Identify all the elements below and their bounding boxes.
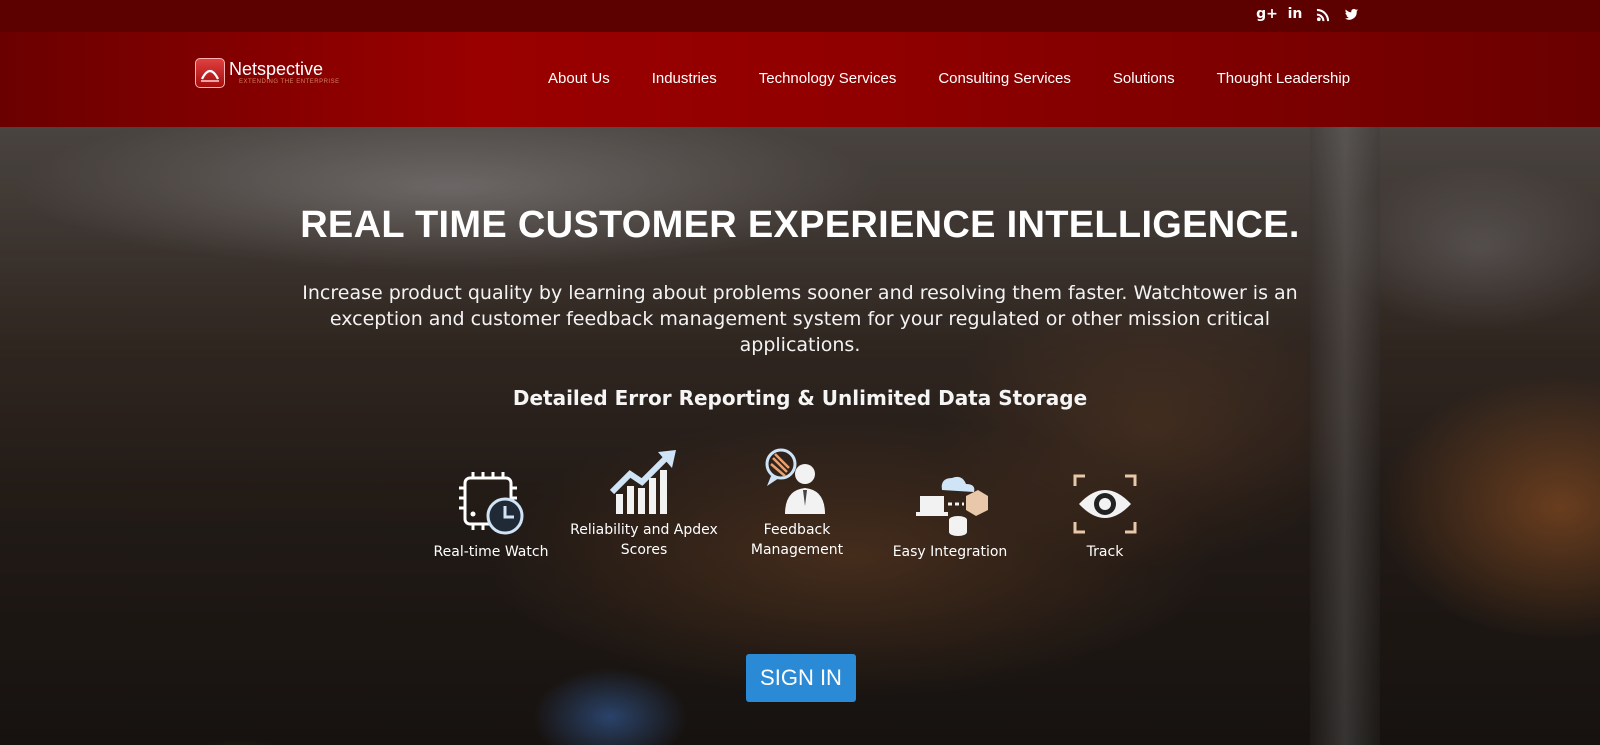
bar-chart-arrow-icon [609,450,676,514]
feedback-person-icon [765,448,825,514]
hero-title: REAL TIME CUSTOMER EXPERIENCE INTELLIGEN… [300,204,1300,246]
eye-track-icon [1073,474,1137,534]
logo-icon [195,58,225,88]
twitter-icon[interactable] [1342,4,1360,24]
nav-about-us[interactable]: About Us [548,70,610,87]
feature-label: Feedback Management [750,522,844,558]
hero-subtitle: Detailed Error Reporting & Unlimited Dat… [512,386,1088,410]
feature-label: Easy Integration [892,544,1008,560]
chip-clock-icon [459,472,524,535]
feature-track[interactable]: Track [1028,470,1182,562]
brand-tagline: EXTENDING THE ENTERPRISE [239,79,340,85]
netspective-logo[interactable]: Netspective EXTENDING THE ENTERPRISE [195,58,340,88]
hero-description: Increase product quality by learning abo… [302,282,1298,356]
nav-thought-leadership[interactable]: Thought Leadership [1217,70,1350,87]
feature-reliability-apdex[interactable]: Reliability and Apdex Scores [567,448,721,560]
linkedin-icon[interactable]: in [1286,4,1304,24]
cloud-integration-icon [916,476,988,536]
nav-consulting-services[interactable]: Consulting Services [938,70,1071,87]
main-navbar: Netspective EXTENDING THE ENTERPRISE Abo… [0,32,1600,127]
feature-realtime-watch[interactable]: Real-time Watch [414,470,568,562]
nav-solutions[interactable]: Solutions [1113,70,1175,87]
feature-feedback-management[interactable]: Feedback Management [720,448,874,560]
feature-label: Track [1086,544,1124,560]
rss-icon[interactable] [1314,4,1332,24]
nav-technology-services[interactable]: Technology Services [759,70,897,87]
top-bar: g+ in [0,0,1600,32]
feature-label: Real-time Watch [433,544,549,560]
google-plus-icon[interactable]: g+ [1256,4,1278,24]
sign-in-button[interactable]: SIGN IN [746,654,856,702]
primary-nav: About Us Industries Technology Services … [548,70,1350,87]
brand-name: Netspective [229,59,324,79]
nav-industries[interactable]: Industries [652,70,717,87]
feature-label: Reliability and Apdex Scores [570,522,718,558]
social-links: g+ in [1256,4,1360,24]
feature-easy-integration[interactable]: Easy Integration [873,470,1027,562]
